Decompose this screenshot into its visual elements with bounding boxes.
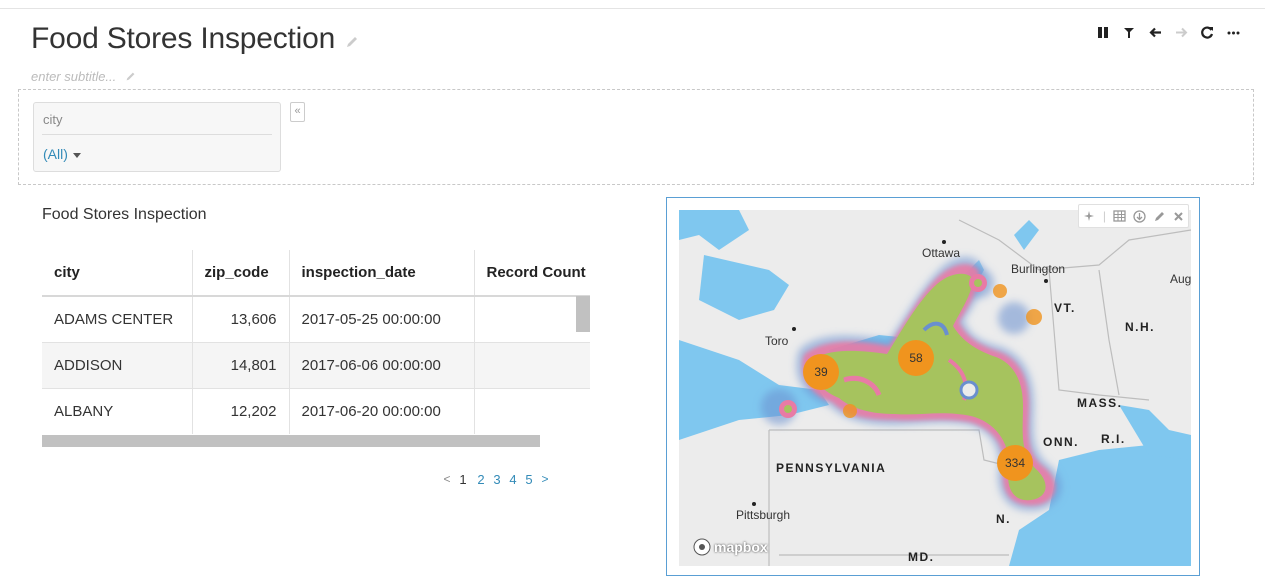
- map-label-vermont: VT.: [1054, 301, 1076, 315]
- map-label-new-hampshire: N.H.: [1125, 320, 1155, 334]
- results-table: city zip_code inspection_date Record Cou…: [42, 250, 590, 434]
- column-header-record-count[interactable]: Record Count: [474, 250, 590, 297]
- cell-inspection-date: 2017-05-25 00:00:00: [289, 295, 475, 342]
- filter-bar: city (All) «: [18, 89, 1254, 185]
- download-icon[interactable]: [1133, 209, 1146, 223]
- column-header-inspection-date[interactable]: inspection_date: [289, 250, 475, 297]
- table-row: ALBANY 12,202 2017-06-20 00:00:00: [42, 387, 590, 434]
- dashboard-title[interactable]: Food Stores Inspection: [31, 22, 359, 57]
- cluster-marker[interactable]: 58: [898, 340, 934, 376]
- map-label-ottawa: Ottawa: [922, 246, 961, 260]
- chevron-down-icon: [72, 152, 81, 158]
- city-marker: [942, 240, 946, 244]
- table-row: ADAMS CENTER 13,606 2017-05-25 00:00:00: [42, 295, 590, 342]
- mapbox-icon: [693, 538, 711, 556]
- widget-toolbar: |: [1077, 204, 1189, 228]
- table-view-icon[interactable]: [1113, 210, 1126, 222]
- filter-icon[interactable]: [1116, 22, 1142, 42]
- map-label-pennsylvania: PENNSYLVANIA: [776, 461, 887, 475]
- cell-city: ALBANY: [42, 387, 193, 434]
- cell-inspection-date: 2017-06-06 00:00:00: [289, 341, 475, 388]
- cell-zip-code: 13,606: [192, 295, 290, 342]
- city-marker: [792, 327, 796, 331]
- city-marker: [752, 502, 756, 506]
- city-marker: [1044, 279, 1048, 283]
- cell-record-count: [474, 341, 590, 388]
- sparkle-icon[interactable]: [1083, 210, 1096, 223]
- map-label-connecticut: ONN.: [1043, 435, 1079, 449]
- next-page-button[interactable]: >: [537, 472, 553, 487]
- map-label-new-jersey: N.: [996, 512, 1011, 526]
- table-header-row: city zip_code inspection_date Record Cou…: [42, 250, 590, 297]
- map-label-burlington: Burlington: [1011, 262, 1066, 276]
- map-label-pittsburgh: Pittsburgh: [736, 508, 791, 522]
- map-label-rhode-island: R.I.: [1101, 432, 1126, 446]
- results-table-container: city zip_code inspection_date Record Cou…: [42, 250, 590, 448]
- edit-subtitle-icon[interactable]: [125, 70, 136, 85]
- page-4-button[interactable]: 4: [505, 472, 521, 487]
- column-header-zip-code[interactable]: zip_code: [192, 250, 290, 297]
- subtitle-placeholder: enter subtitle...: [31, 69, 117, 84]
- mapbox-logo[interactable]: mapbox: [693, 538, 768, 556]
- mapbox-logo-text: mapbox: [714, 539, 768, 555]
- heatmap-map[interactable]: Ottawa Burlington Aug Toro VT. N.H. MASS…: [679, 210, 1191, 566]
- edit-title-icon[interactable]: [345, 23, 359, 57]
- edit-icon[interactable]: [1153, 210, 1166, 223]
- dashboard-subtitle[interactable]: enter subtitle...: [31, 69, 136, 85]
- dashboard-title-text: Food Stores Inspection: [31, 22, 336, 55]
- collapse-filters-button[interactable]: «: [290, 102, 305, 122]
- refresh-icon[interactable]: [1194, 22, 1220, 42]
- map-label-massachusetts: MASS.: [1077, 396, 1123, 410]
- dashboard-toolbar: [1090, 22, 1246, 42]
- facet-divider: [42, 134, 272, 135]
- city-facet: city (All): [33, 102, 281, 172]
- cell-inspection-date: 2017-06-20 00:00:00: [289, 387, 475, 434]
- top-divider: [0, 8, 1265, 9]
- cell-city: ADAMS CENTER: [42, 295, 193, 342]
- cell-zip-code: 12,202: [192, 387, 290, 434]
- cell-city: ADDISON: [42, 341, 193, 388]
- table-row: ADDISON 14,801 2017-06-06 00:00:00: [42, 341, 590, 388]
- facet-label: city: [43, 112, 63, 127]
- table-widget-title: Food Stores Inspection: [42, 206, 207, 223]
- map-label-maryland: MD.: [908, 550, 935, 564]
- page-5-button[interactable]: 5: [521, 472, 537, 487]
- facet-value-text: (All): [43, 146, 68, 162]
- map-widget: Ottawa Burlington Aug Toro VT. N.H. MASS…: [666, 197, 1200, 576]
- cell-zip-code: 14,801: [192, 341, 290, 388]
- vertical-scrollbar[interactable]: [576, 296, 590, 332]
- more-icon[interactable]: [1220, 22, 1246, 42]
- page-3-button[interactable]: 3: [489, 472, 505, 487]
- back-icon[interactable]: [1142, 22, 1168, 42]
- map-label-augusta: Aug: [1170, 272, 1191, 286]
- column-header-city[interactable]: city: [42, 250, 193, 297]
- cluster-marker[interactable]: 334: [997, 445, 1033, 481]
- page-1-button[interactable]: 1: [455, 472, 471, 487]
- forward-icon[interactable]: [1168, 22, 1194, 42]
- close-icon[interactable]: [1173, 211, 1184, 222]
- pagination: < 1 2 3 4 5 >: [439, 472, 553, 487]
- horizontal-scrollbar[interactable]: [42, 435, 540, 447]
- cell-record-count: [474, 295, 590, 342]
- pause-icon[interactable]: [1090, 22, 1116, 42]
- prev-page-button[interactable]: <: [439, 472, 455, 487]
- cluster-marker[interactable]: 39: [803, 354, 839, 390]
- toolbar-divider: |: [1102, 209, 1106, 223]
- cell-record-count: [474, 387, 590, 434]
- map-label-toronto: Toro: [765, 334, 789, 348]
- page-2-button[interactable]: 2: [473, 472, 489, 487]
- facet-value-dropdown[interactable]: (All): [43, 146, 81, 162]
